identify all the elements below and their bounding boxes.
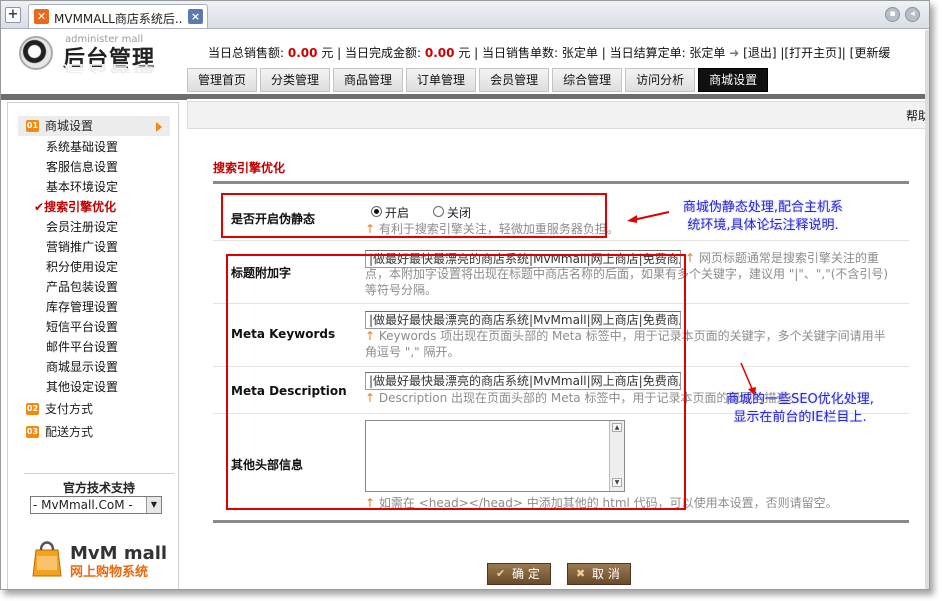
done-value: 0.00 bbox=[424, 46, 455, 60]
sidebar-item-points[interactable]: 积分使用设定 bbox=[46, 257, 118, 277]
support-title: 官方技术支持 bbox=[62, 481, 135, 495]
window-right-edge bbox=[925, 30, 929, 589]
logo-reflection: 后台管理 bbox=[63, 62, 156, 74]
update-cache-link[interactable]: [更新缓 bbox=[850, 46, 891, 60]
admin-header: administer mall 后台管理 后台管理 当日总销售额: 0.00 元… bbox=[1, 30, 929, 94]
browser-window: + ✕ MVMMALL商店系统后... × ▪ ◂ administer mal… bbox=[0, 0, 930, 590]
sidebar-item-packaging[interactable]: 产品包装设置 bbox=[46, 277, 118, 297]
check-icon: ✔ bbox=[496, 567, 506, 580]
section-number-icon: 03 bbox=[26, 426, 39, 438]
daily-stats: 当日总销售额: 0.00 元 | 当日完成金额: 0.00 元 | 当日销售单数… bbox=[208, 44, 890, 61]
tab-orders[interactable]: 订单管理 bbox=[406, 68, 477, 92]
sidebar-top-bar bbox=[1, 94, 187, 100]
sales-value: 0.00 bbox=[287, 46, 318, 60]
support-select[interactable]: - MvMmall.CoM - ▼ bbox=[30, 496, 162, 514]
check-icon: ✔ bbox=[34, 200, 45, 214]
tab-analytics[interactable]: 访问分析 bbox=[625, 68, 696, 92]
sidebar: 01 商城设置 系统基础设置 客服信息设置 基本环境设定 ✔搜索引擎优化 会员注… bbox=[7, 102, 179, 589]
annotation-line: 商城伪静态处理,配合主机系 bbox=[682, 200, 844, 215]
favicon-icon: ✕ bbox=[34, 9, 49, 24]
brand-subtitle: 网上购物系统 bbox=[70, 565, 149, 580]
sidebar-section-label: 配送方式 bbox=[45, 425, 94, 439]
sidebar-item-register[interactable]: 会员注册设定 bbox=[46, 217, 118, 237]
confirm-button[interactable]: ✔ 确 定 bbox=[487, 563, 551, 585]
support-select-value: - MvMmall.CoM - bbox=[33, 498, 133, 512]
sidebar-item-basic[interactable]: 系统基础设置 bbox=[46, 137, 118, 157]
sidebar-section-mall-settings[interactable]: 01 商城设置 bbox=[18, 116, 170, 136]
expand-arrow-icon bbox=[156, 122, 162, 132]
browser-tab[interactable]: ✕ MVMMALL商店系统后... × bbox=[28, 4, 208, 28]
highlight-static-box bbox=[221, 193, 607, 238]
tab-list-icon[interactable]: ▪ bbox=[885, 7, 900, 22]
sidebar-section-label: 支付方式 bbox=[45, 402, 94, 416]
brand-name: MvM mall bbox=[70, 543, 168, 564]
sidebar-item-seo[interactable]: ✔搜索引擎优化 bbox=[34, 197, 116, 217]
arrow-icon: ➜ bbox=[729, 46, 740, 60]
main-nav: 管理首页 分类管理 商品管理 订单管理 会员管理 综合管理 访问分析 商城设置 bbox=[187, 68, 771, 92]
sidebar-item-display[interactable]: 商城显示设置 bbox=[46, 357, 118, 377]
sidebar-item-other[interactable]: 其他设定设置 bbox=[46, 377, 118, 397]
sidebar-section-shipping[interactable]: 03 配送方式 bbox=[18, 422, 170, 442]
cancel-label: 取 消 bbox=[592, 567, 620, 581]
cross-icon: ✖ bbox=[576, 567, 586, 580]
chevron-down-icon[interactable]: ▼ bbox=[146, 497, 161, 513]
new-tab-button[interactable]: + bbox=[5, 7, 21, 23]
tab-members[interactable]: 会员管理 bbox=[479, 68, 550, 92]
sidebar-section-payment[interactable]: 02 支付方式 bbox=[18, 399, 170, 419]
logo-subtitle: administer mall bbox=[65, 34, 144, 45]
content-top-bar bbox=[187, 94, 929, 99]
divider bbox=[24, 473, 174, 474]
logo-eye-icon bbox=[19, 36, 53, 70]
tab-scroll-icon[interactable]: ◂ bbox=[905, 7, 920, 22]
order-count-label: | 当日销售单数: 张定单 bbox=[474, 46, 598, 60]
browser-tab-strip: + ✕ MVMMALL商店系统后... × ▪ ◂ bbox=[1, 1, 929, 29]
highlight-seo-box bbox=[226, 254, 686, 510]
annotation-line: 商城的一些SEO优化处理, bbox=[726, 392, 874, 407]
done-label: | 当日完成金额: bbox=[337, 46, 422, 60]
sidebar-item-marketing[interactable]: 营销推广设置 bbox=[46, 237, 118, 257]
section-number-icon: 02 bbox=[26, 403, 39, 415]
tab-category[interactable]: 分类管理 bbox=[260, 68, 331, 92]
tab-home[interactable]: 管理首页 bbox=[187, 68, 258, 92]
logout-link[interactable]: [退出] bbox=[743, 46, 776, 60]
tab-products[interactable]: 商品管理 bbox=[333, 68, 404, 92]
hint-text: 网页标题通常是搜索引擎关注的重 bbox=[698, 251, 879, 265]
up-arrow-icon: ↑ bbox=[685, 251, 696, 265]
tab-general[interactable]: 综合管理 bbox=[552, 68, 623, 92]
annotation-static: 商城伪静态处理,配合主机系 统环境,具体论坛注释说明. bbox=[665, 199, 861, 235]
sidebar-item-inventory[interactable]: 库存管理设置 bbox=[46, 297, 118, 317]
sidebar-item-service[interactable]: 客服信息设置 bbox=[46, 157, 118, 177]
sidebar-section-label: 商城设置 bbox=[45, 119, 94, 133]
tab-mall-settings[interactable]: 商城设置 bbox=[698, 68, 769, 92]
cancel-button[interactable]: ✖ 取 消 bbox=[567, 563, 631, 585]
annotation-line: 统环境,具体论坛注释说明. bbox=[687, 218, 839, 233]
sales-label: 当日总销售额: bbox=[208, 46, 285, 60]
annotation-line: 显示在前台的IE栏目上. bbox=[733, 410, 867, 425]
close-tab-button[interactable]: × bbox=[188, 9, 203, 24]
sales-unit: 元 bbox=[321, 46, 334, 60]
shopping-bag-logo-icon bbox=[32, 541, 62, 577]
settled-count-label: | 当日结算定单: 张定单 bbox=[601, 46, 726, 60]
sidebar-item-email[interactable]: 邮件平台设置 bbox=[46, 337, 118, 357]
title-suffix-hint-a: ↑ 网页标题通常是搜索引擎关注的重 bbox=[685, 250, 879, 266]
confirm-label: 确 定 bbox=[512, 567, 540, 581]
done-unit: 元 bbox=[458, 46, 471, 60]
sidebar-item-sms[interactable]: 短信平台设置 bbox=[46, 317, 118, 337]
sidebar-item-label: 搜索引擎优化 bbox=[44, 200, 117, 214]
help-bar: 帮助 bbox=[187, 101, 929, 129]
open-home-link[interactable]: |[打开主页]| bbox=[780, 46, 845, 60]
page-title: 搜索引擎优化 bbox=[213, 161, 286, 175]
section-number-icon: 01 bbox=[26, 120, 39, 132]
browser-tab-title: MVMMALL商店系统后... bbox=[54, 12, 182, 26]
sidebar-item-environment[interactable]: 基本环境设定 bbox=[46, 177, 118, 197]
annotation-seo: 商城的一些SEO优化处理, 显示在前台的IE栏目上. bbox=[707, 391, 893, 427]
